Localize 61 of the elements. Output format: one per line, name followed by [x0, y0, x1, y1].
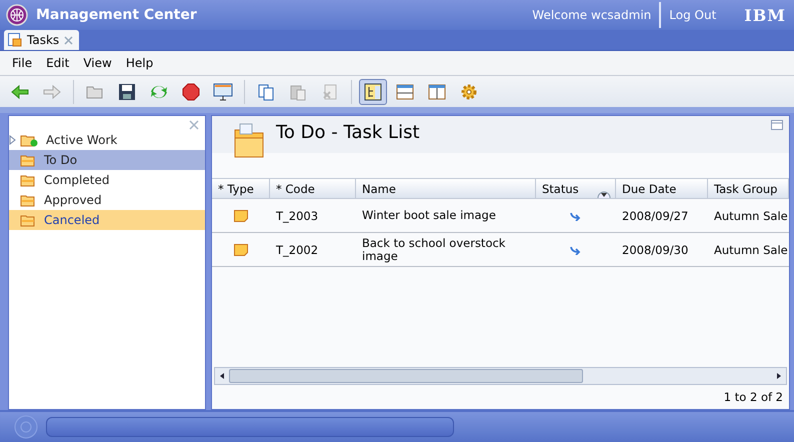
close-icon[interactable] — [189, 120, 199, 130]
table-cell: Winter boot sale image — [356, 199, 536, 233]
table-cell: 2008/09/27 — [616, 199, 708, 233]
monitor-icon — [213, 82, 233, 100]
columns-layout-icon — [428, 84, 446, 100]
table-cell: Back to school overstock image — [356, 233, 536, 267]
collapsed-arrow-icon[interactable] — [9, 135, 16, 145]
logout-link[interactable]: Log Out — [669, 8, 736, 22]
close-icon[interactable] — [64, 36, 74, 44]
table-cell: T_2003 — [270, 199, 356, 233]
menu-item[interactable]: File — [12, 56, 32, 70]
record-count: 1 to 2 of 2 — [724, 390, 783, 404]
folder-icon — [85, 84, 105, 100]
tree-item[interactable]: Approved — [9, 190, 205, 210]
column-header[interactable]: * Type — [212, 178, 270, 199]
welcome-text: Welcome wcsadmin — [532, 2, 662, 28]
table-cell: Autumn Sale — [708, 233, 789, 267]
tasks-icon — [8, 33, 22, 47]
table-cell: T_2002 — [270, 233, 356, 267]
active-folder-icon — [20, 133, 38, 147]
note-icon — [234, 210, 248, 222]
folder-icon — [20, 173, 36, 187]
save-icon — [118, 82, 136, 100]
rows-layout-icon — [396, 84, 414, 100]
back-arrow-icon — [10, 84, 30, 100]
column-header[interactable]: Task Group — [708, 178, 789, 199]
folder-icon — [20, 213, 36, 227]
column-header[interactable]: Due Date — [616, 178, 708, 199]
logo: IBM — [744, 6, 786, 24]
menu-item[interactable]: View — [83, 56, 112, 70]
menu-item[interactable]: Help — [126, 56, 154, 70]
globe-icon — [6, 4, 28, 26]
table-cell: 2008/09/30 — [616, 233, 708, 267]
circle-icon — [14, 415, 38, 439]
forward-arrow-icon — [42, 84, 62, 100]
stop-icon — [182, 82, 200, 100]
table-cell: Autumn Sale — [708, 199, 789, 233]
panel-title: To Do - Task List — [276, 121, 421, 143]
tree-item[interactable]: To Do — [9, 150, 205, 170]
tree-view-icon — [364, 82, 382, 100]
redirect-arrow-icon — [570, 210, 582, 220]
paste-icon — [289, 82, 307, 100]
column-header[interactable]: * Code — [270, 178, 356, 199]
menu-item[interactable]: Edit — [46, 56, 70, 70]
dropdown-icon[interactable] — [597, 190, 611, 198]
redirect-arrow-icon — [570, 244, 582, 254]
folder-icon — [20, 193, 36, 207]
folder-icon — [20, 153, 36, 167]
tree-item[interactable]: Canceled — [9, 210, 205, 230]
column-header[interactable]: Name — [356, 178, 536, 199]
tree-item[interactable]: Completed — [9, 170, 205, 190]
delete-icon — [321, 82, 339, 100]
app-title: Management Center — [36, 7, 198, 23]
note-icon — [234, 244, 248, 256]
tab[interactable]: Tasks — [4, 30, 80, 50]
tree-item[interactable]: Active Work — [9, 130, 205, 150]
copy-icon — [257, 82, 275, 100]
tree-view-button[interactable] — [359, 78, 387, 104]
settings-icon — [460, 82, 478, 100]
maximize-icon[interactable] — [771, 120, 783, 130]
column-header[interactable]: Status — [536, 178, 616, 199]
